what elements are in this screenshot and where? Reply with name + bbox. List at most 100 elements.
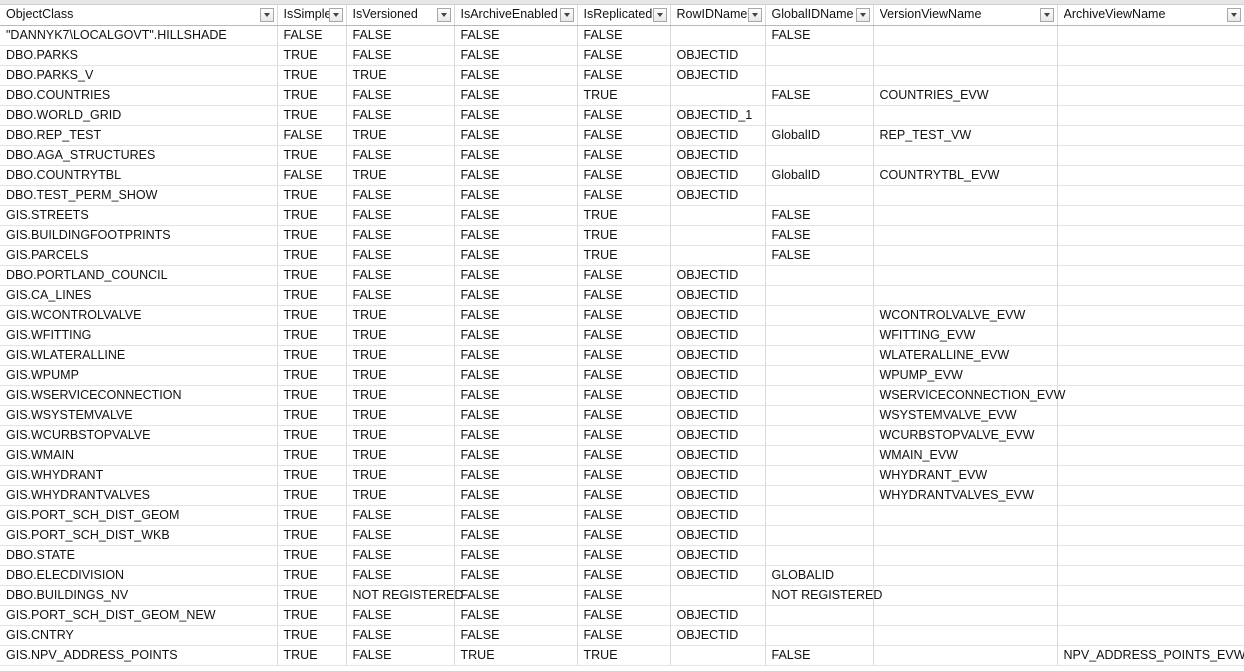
cell-isarchiveenabled[interactable]: FALSE	[454, 525, 578, 546]
cell-versionviewname[interactable]: WHYDRANT_EVW	[873, 465, 1058, 486]
cell-versionviewname[interactable]: WCONTROLVALVE_EVW	[873, 305, 1058, 326]
cell-issimple[interactable]: TRUE	[277, 605, 347, 626]
cell-versionviewname[interactable]: COUNTRIES_EVW	[873, 85, 1058, 106]
cell-isreplicated[interactable]: FALSE	[577, 605, 671, 626]
cell-issimple[interactable]: TRUE	[277, 525, 347, 546]
cell-isreplicated[interactable]: FALSE	[577, 465, 671, 486]
cell-isarchiveenabled[interactable]: FALSE	[454, 105, 578, 126]
cell-versionviewname[interactable]: WPUMP_EVW	[873, 365, 1058, 386]
cell-isversioned[interactable]: TRUE	[346, 465, 455, 486]
cell-rowidname[interactable]: OBJECTID	[670, 445, 766, 466]
cell-archiveviewname[interactable]	[1057, 605, 1244, 626]
cell-versionviewname[interactable]	[873, 645, 1058, 666]
cell-isreplicated[interactable]: FALSE	[577, 165, 671, 186]
column-header-globalidname[interactable]: GlobalIDName	[765, 5, 874, 26]
cell-isversioned[interactable]: TRUE	[346, 445, 455, 466]
cell-archiveviewname[interactable]	[1057, 265, 1244, 286]
cell-isarchiveenabled[interactable]: FALSE	[454, 305, 578, 326]
cell-archiveviewname[interactable]	[1057, 525, 1244, 546]
cell-isarchiveenabled[interactable]: FALSE	[454, 425, 578, 446]
cell-issimple[interactable]: TRUE	[277, 305, 347, 326]
cell-versionviewname[interactable]: WCURBSTOPVALVE_EVW	[873, 425, 1058, 446]
cell-issimple[interactable]: FALSE	[277, 125, 347, 146]
cell-rowidname[interactable]: OBJECTID	[670, 545, 766, 566]
cell-isarchiveenabled[interactable]: FALSE	[454, 125, 578, 146]
cell-isarchiveenabled[interactable]: FALSE	[454, 545, 578, 566]
cell-isarchiveenabled[interactable]: FALSE	[454, 145, 578, 166]
cell-issimple[interactable]: TRUE	[277, 285, 347, 306]
cell-archiveviewname[interactable]	[1057, 85, 1244, 106]
cell-globalidname[interactable]	[765, 325, 874, 346]
filter-dropdown-icon[interactable]	[259, 7, 274, 22]
cell-isarchiveenabled[interactable]: FALSE	[454, 505, 578, 526]
cell-archiveviewname[interactable]	[1057, 585, 1244, 606]
cell-isreplicated[interactable]: FALSE	[577, 185, 671, 206]
cell-objectclass[interactable]: GIS.PARCELS	[0, 245, 278, 266]
cell-globalidname[interactable]	[765, 265, 874, 286]
cell-archiveviewname[interactable]	[1057, 185, 1244, 206]
cell-globalidname[interactable]	[765, 65, 874, 86]
cell-archiveviewname[interactable]	[1057, 505, 1244, 526]
cell-rowidname[interactable]	[670, 645, 766, 666]
cell-archiveviewname[interactable]	[1057, 345, 1244, 366]
cell-isreplicated[interactable]: FALSE	[577, 425, 671, 446]
cell-versionviewname[interactable]: REP_TEST_VW	[873, 125, 1058, 146]
cell-isversioned[interactable]: FALSE	[346, 525, 455, 546]
cell-rowidname[interactable]: OBJECTID	[670, 465, 766, 486]
cell-issimple[interactable]: TRUE	[277, 505, 347, 526]
cell-isreplicated[interactable]: FALSE	[577, 65, 671, 86]
cell-globalidname[interactable]: NOT REGISTERED	[765, 585, 882, 606]
cell-isarchiveenabled[interactable]: FALSE	[454, 325, 578, 346]
cell-archiveviewname[interactable]	[1057, 425, 1244, 446]
cell-issimple[interactable]: TRUE	[277, 585, 347, 606]
cell-versionviewname[interactable]: WMAIN_EVW	[873, 445, 1058, 466]
cell-issimple[interactable]: TRUE	[277, 405, 347, 426]
cell-rowidname[interactable]: OBJECTID	[670, 125, 766, 146]
cell-objectclass[interactable]: GIS.PORT_SCH_DIST_WKB	[0, 525, 278, 546]
cell-isversioned[interactable]: FALSE	[346, 85, 455, 106]
cell-rowidname[interactable]: OBJECTID	[670, 165, 766, 186]
cell-isreplicated[interactable]: FALSE	[577, 365, 671, 386]
cell-issimple[interactable]: TRUE	[277, 365, 347, 386]
cell-isarchiveenabled[interactable]: FALSE	[454, 385, 578, 406]
cell-versionviewname[interactable]	[873, 625, 1058, 646]
cell-isversioned[interactable]: TRUE	[346, 165, 455, 186]
cell-objectclass[interactable]: GIS.WMAIN	[0, 445, 278, 466]
cell-isarchiveenabled[interactable]: FALSE	[454, 565, 578, 586]
cell-objectclass[interactable]: DBO.COUNTRIES	[0, 85, 278, 106]
cell-isreplicated[interactable]: FALSE	[577, 385, 671, 406]
cell-objectclass[interactable]: "DANNYK7\LOCALGOVT".HILLSHADE	[0, 25, 278, 46]
cell-isversioned[interactable]: FALSE	[346, 25, 455, 46]
cell-isarchiveenabled[interactable]: FALSE	[454, 625, 578, 646]
cell-isarchiveenabled[interactable]: FALSE	[454, 345, 578, 366]
cell-rowidname[interactable]: OBJECTID	[670, 505, 766, 526]
cell-issimple[interactable]: TRUE	[277, 245, 347, 266]
column-header-archiveviewname[interactable]: ArchiveViewName	[1057, 5, 1244, 26]
cell-versionviewname[interactable]: COUNTRYTBL_EVW	[873, 165, 1058, 186]
cell-rowidname[interactable]: OBJECTID	[670, 605, 766, 626]
cell-versionviewname[interactable]: WHYDRANTVALVES_EVW	[873, 485, 1058, 506]
cell-objectclass[interactable]: DBO.BUILDINGS_NV	[0, 585, 278, 606]
cell-issimple[interactable]: TRUE	[277, 425, 347, 446]
cell-issimple[interactable]: TRUE	[277, 325, 347, 346]
cell-versionviewname[interactable]	[873, 585, 1058, 606]
cell-objectclass[interactable]: DBO.TEST_PERM_SHOW	[0, 185, 278, 206]
cell-globalidname[interactable]: FALSE	[765, 245, 874, 266]
cell-versionviewname[interactable]	[873, 265, 1058, 286]
cell-archiveviewname[interactable]	[1057, 125, 1244, 146]
cell-isreplicated[interactable]: FALSE	[577, 625, 671, 646]
cell-isarchiveenabled[interactable]: FALSE	[454, 85, 578, 106]
cell-isreplicated[interactable]: FALSE	[577, 545, 671, 566]
cell-issimple[interactable]: TRUE	[277, 45, 347, 66]
cell-isreplicated[interactable]: FALSE	[577, 505, 671, 526]
cell-globalidname[interactable]	[765, 405, 874, 426]
cell-archiveviewname[interactable]	[1057, 105, 1244, 126]
cell-archiveviewname[interactable]	[1057, 25, 1244, 46]
cell-globalidname[interactable]	[765, 505, 874, 526]
cell-globalidname[interactable]: GlobalID	[765, 165, 874, 186]
cell-isreplicated[interactable]: FALSE	[577, 405, 671, 426]
cell-versionviewname[interactable]	[873, 65, 1058, 86]
cell-objectclass[interactable]: GIS.WHYDRANTVALVES	[0, 485, 278, 506]
cell-archiveviewname[interactable]	[1057, 405, 1244, 426]
cell-objectclass[interactable]: GIS.STREETS	[0, 205, 278, 226]
